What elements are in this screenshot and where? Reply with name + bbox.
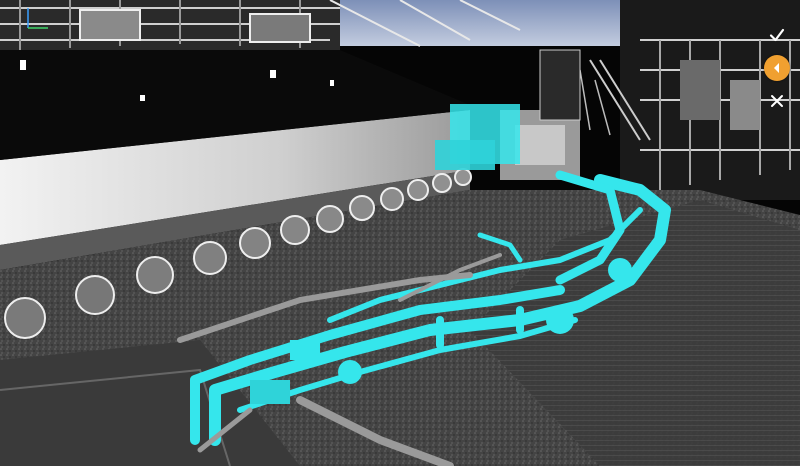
- check-icon: [769, 28, 785, 42]
- confirm-button[interactable]: [764, 22, 790, 48]
- point-cloud-scene[interactable]: [0, 0, 800, 466]
- back-button[interactable]: [764, 55, 790, 81]
- close-icon: [771, 95, 783, 107]
- chevron-left-icon: [774, 63, 779, 73]
- axis-gizmo: [27, 8, 48, 29]
- close-button[interactable]: [764, 88, 790, 114]
- view-toolbar: [760, 22, 794, 114]
- point-cloud-viewport[interactable]: [0, 0, 800, 466]
- sky-band: [340, 0, 655, 46]
